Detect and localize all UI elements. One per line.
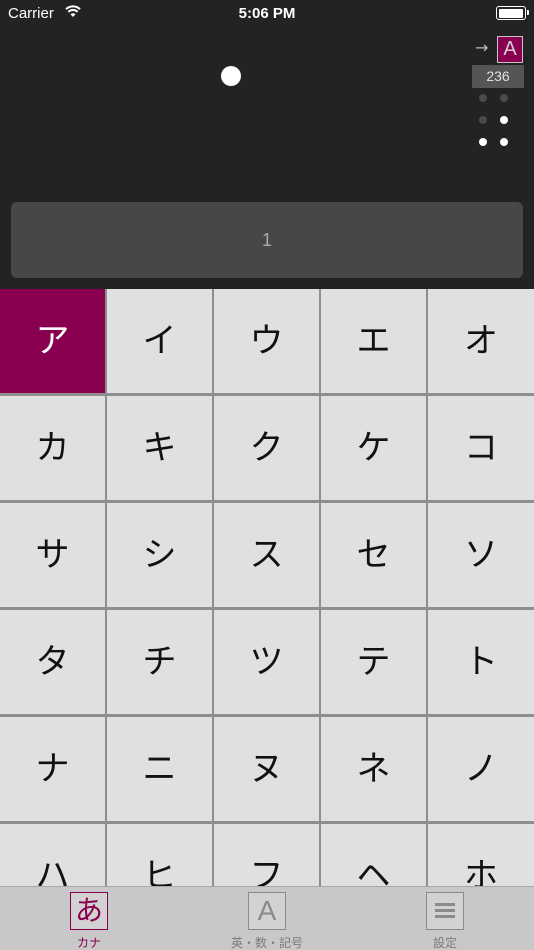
tab-label: 設定 (432, 936, 457, 950)
braille-dot-3 (479, 138, 487, 146)
key-9[interactable]: ケ (321, 396, 426, 500)
tab-1[interactable]: あカナ (0, 887, 178, 950)
braille-cell (478, 92, 518, 158)
menu-lines (435, 903, 455, 919)
key-24[interactable]: ネ (321, 717, 426, 821)
tab-label: 英・数・記号 (230, 936, 303, 950)
key-25[interactable]: ノ (428, 717, 534, 821)
braille-dot-5 (500, 116, 508, 124)
braille-dot-1 (479, 94, 487, 102)
text-display[interactable]: 1 (11, 202, 523, 278)
battery-level (498, 8, 523, 18)
status-time: 5:06 PM (238, 5, 296, 22)
braille-dot-4 (500, 94, 508, 102)
key-28[interactable]: フ (214, 824, 319, 887)
key-8[interactable]: ク (214, 396, 319, 500)
tab-bar: あカナ A 英・数・記号 設定 (0, 886, 534, 950)
key-30[interactable]: ホ (428, 824, 534, 887)
key-15[interactable]: ソ (428, 503, 534, 607)
kana-keypad: アイウエオカキクケコサシスセソタチツテトナニヌネノハヒフヘホ (0, 289, 534, 887)
app-screen: Carrier 5:06 PM → A 236 1 アイウエオカキクケコサシスセ… (0, 0, 534, 950)
hiragana-a-icon: あ (70, 892, 108, 930)
letter-a-icon: A (248, 892, 286, 930)
key-21[interactable]: ナ (0, 717, 105, 821)
tab-label: カナ (76, 936, 101, 950)
key-29[interactable]: ヘ (321, 824, 426, 887)
character-count: 236 (472, 65, 524, 88)
battery-icon (496, 6, 529, 20)
key-6[interactable]: カ (0, 396, 105, 500)
key-26[interactable]: ハ (0, 824, 105, 887)
braille-dot-2 (479, 116, 487, 124)
tab-2[interactable]: A 英・数・記号 (178, 887, 356, 950)
key-19[interactable]: テ (321, 610, 426, 714)
key-4[interactable]: エ (321, 289, 426, 393)
key-16[interactable]: タ (0, 610, 105, 714)
tab-3[interactable]: 設定 (356, 887, 534, 950)
key-10[interactable]: コ (428, 396, 534, 500)
key-18[interactable]: ツ (214, 610, 319, 714)
key-1[interactable]: ア (0, 289, 105, 393)
key-2[interactable]: イ (107, 289, 212, 393)
key-14[interactable]: セ (321, 503, 426, 607)
key-17[interactable]: チ (107, 610, 212, 714)
key-27[interactable]: ヒ (107, 824, 212, 887)
key-7[interactable]: キ (107, 396, 212, 500)
status-bar: Carrier 5:06 PM (0, 0, 534, 28)
key-5[interactable]: オ (428, 289, 534, 393)
key-20[interactable]: ト (428, 610, 534, 714)
braille-dot-6 (500, 138, 508, 146)
key-13[interactable]: ス (214, 503, 319, 607)
menu-icon (426, 892, 464, 930)
arrow-right-icon: → (475, 38, 489, 57)
key-23[interactable]: ヌ (214, 717, 319, 821)
key-11[interactable]: サ (0, 503, 105, 607)
key-22[interactable]: ニ (107, 717, 212, 821)
input-mode-indicator[interactable]: A (497, 36, 523, 63)
cursor-dot (221, 66, 241, 86)
key-3[interactable]: ウ (214, 289, 319, 393)
key-12[interactable]: シ (107, 503, 212, 607)
